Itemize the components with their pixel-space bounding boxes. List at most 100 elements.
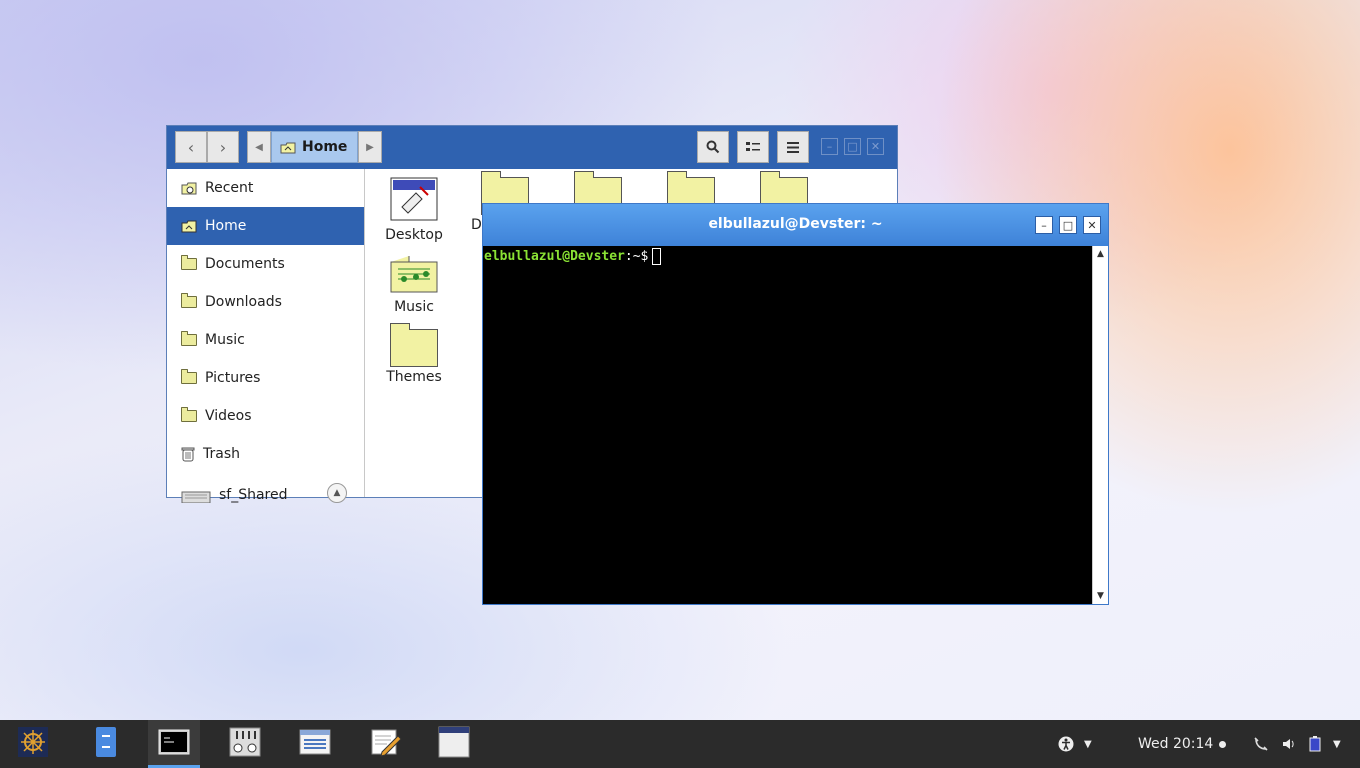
text-editor-icon[interactable] bbox=[370, 726, 402, 758]
sidebar-item-documents[interactable]: Documents bbox=[167, 245, 364, 283]
system-tray[interactable]: ▼ bbox=[1253, 720, 1341, 768]
menu-icon[interactable] bbox=[17, 726, 49, 758]
close-icon: ✕ bbox=[1087, 218, 1097, 232]
sidebar-item-label: Home bbox=[205, 218, 247, 234]
eject-icon[interactable]: ▲ bbox=[327, 483, 347, 503]
accessibility-icon bbox=[1058, 736, 1074, 752]
volume-icon bbox=[1283, 739, 1294, 749]
maximize-button[interactable]: □ bbox=[844, 138, 861, 155]
path-scroll-left-button[interactable]: ◀ bbox=[247, 131, 271, 163]
path-home-button[interactable]: Home bbox=[271, 131, 358, 163]
hamburger-icon bbox=[787, 141, 799, 153]
folder-icon bbox=[181, 331, 197, 346]
maximize-icon: □ bbox=[847, 140, 858, 153]
folder-icon bbox=[181, 293, 197, 308]
clock-label: Wed 20:14 bbox=[1138, 736, 1214, 752]
recent-icon bbox=[181, 182, 197, 194]
sidebar-item-music[interactable]: Music bbox=[167, 321, 364, 359]
history-nav: ‹ › bbox=[175, 131, 239, 163]
window-icon[interactable] bbox=[438, 726, 470, 758]
chevron-down-icon: ▼ bbox=[1084, 738, 1092, 750]
sidebar-item-label: Music bbox=[205, 332, 245, 348]
sidebar-item-sf-shared[interactable]: sf_Shared ▲ bbox=[167, 473, 364, 503]
sidebar-item-videos[interactable]: Videos bbox=[167, 397, 364, 435]
sidebar-item-trash[interactable]: Trash bbox=[167, 435, 364, 473]
chevron-left-icon: ‹ bbox=[187, 137, 195, 157]
accessibility-menu[interactable]: ▼ bbox=[1058, 720, 1092, 768]
settings-icon[interactable] bbox=[229, 726, 261, 758]
path-bar: ◀ Home ▶ bbox=[247, 131, 382, 163]
path-scroll-right-button[interactable]: ▶ bbox=[358, 131, 382, 163]
themes-folder-icon bbox=[390, 323, 438, 367]
sidebar-item-label: Trash bbox=[203, 446, 240, 462]
file-item-desktop[interactable]: Desktop bbox=[374, 177, 454, 243]
close-button[interactable]: ✕ bbox=[1083, 216, 1101, 234]
file-item-music[interactable]: Music bbox=[374, 255, 454, 315]
chevron-down-icon: ▼ bbox=[1333, 738, 1341, 750]
file-item-themes[interactable]: Themes bbox=[374, 323, 454, 385]
system-monitor-icon[interactable] bbox=[299, 726, 331, 758]
terminal-icon[interactable] bbox=[158, 726, 190, 758]
notification-dot-icon bbox=[1219, 740, 1227, 748]
folder-icon bbox=[181, 369, 197, 384]
minimize-icon: – bbox=[826, 140, 833, 153]
minimize-button[interactable]: – bbox=[1035, 216, 1053, 234]
terminal-output[interactable]: elbullazul@Devster:~$ bbox=[483, 246, 1092, 604]
prompt-user: elbullazul@Devster bbox=[484, 249, 625, 264]
sidebar-item-recent[interactable]: Recent bbox=[167, 169, 364, 207]
clock[interactable]: Wed 20:14 bbox=[1138, 720, 1227, 768]
file-manager-icon[interactable] bbox=[90, 726, 122, 758]
header-tools bbox=[697, 131, 809, 163]
scroll-up-icon[interactable]: ▲ bbox=[1093, 246, 1108, 262]
terminal-title: elbullazul@Devster: ~ bbox=[708, 216, 883, 232]
taskbar: ▼ Wed 20:14 ▼ bbox=[0, 720, 1360, 768]
sidebar-item-label: Documents bbox=[205, 256, 285, 272]
minimize-icon: – bbox=[1041, 218, 1047, 232]
file-manager-window-controls: – □ ✕ bbox=[821, 138, 884, 155]
file-label: Music bbox=[394, 299, 434, 315]
sidebar-item-pictures[interactable]: Pictures bbox=[167, 359, 364, 397]
trash-icon bbox=[181, 447, 195, 461]
sidebar-item-label: Downloads bbox=[205, 294, 282, 310]
file-label: Desktop bbox=[385, 227, 443, 243]
scroll-down-icon[interactable]: ▼ bbox=[1093, 588, 1108, 604]
back-button[interactable]: ‹ bbox=[175, 131, 207, 163]
music-folder-icon bbox=[390, 256, 438, 293]
menu-button[interactable] bbox=[777, 131, 809, 163]
chevron-right-icon: › bbox=[219, 137, 227, 157]
terminal-window: elbullazul@Devster: ~ – □ ✕ elbullazul@D… bbox=[482, 203, 1109, 605]
sidebar-item-home[interactable]: Home bbox=[167, 207, 364, 245]
sidebar-item-label: Recent bbox=[205, 180, 254, 196]
network-icon bbox=[1254, 737, 1268, 751]
triangle-left-icon: ◀ bbox=[255, 141, 263, 153]
folder-icon bbox=[181, 407, 197, 422]
view-toggle-button[interactable] bbox=[737, 131, 769, 163]
search-icon bbox=[706, 140, 720, 154]
prompt-path: :~$ bbox=[624, 249, 649, 264]
sidebar-item-label: Pictures bbox=[205, 370, 261, 386]
file-label: Themes bbox=[386, 369, 442, 385]
close-icon: ✕ bbox=[870, 140, 881, 153]
sidebar-item-label: Videos bbox=[205, 408, 252, 424]
close-button[interactable]: ✕ bbox=[867, 138, 884, 155]
search-button[interactable] bbox=[697, 131, 729, 163]
sidebar-item-label: sf_Shared bbox=[219, 487, 288, 503]
home-icon bbox=[181, 220, 197, 232]
list-view-icon bbox=[746, 142, 760, 151]
triangle-right-icon: ▶ bbox=[366, 141, 374, 153]
forward-button[interactable]: › bbox=[207, 131, 239, 163]
desktop-folder-icon bbox=[390, 177, 438, 221]
home-folder-icon bbox=[280, 142, 296, 153]
terminal-scrollbar[interactable]: ▲ ▼ bbox=[1092, 246, 1108, 604]
maximize-icon: □ bbox=[1062, 218, 1074, 232]
battery-icon bbox=[1309, 736, 1321, 752]
folder-icon bbox=[181, 255, 197, 270]
drive-icon bbox=[181, 491, 211, 503]
file-manager-headerbar: ‹ › ◀ Home ▶ – □ ✕ bbox=[167, 126, 897, 169]
terminal-titlebar[interactable]: elbullazul@Devster: ~ – □ ✕ bbox=[483, 204, 1108, 246]
sidebar-item-downloads[interactable]: Downloads bbox=[167, 283, 364, 321]
text-cursor bbox=[652, 248, 662, 265]
minimize-button[interactable]: – bbox=[821, 138, 838, 155]
terminal-window-controls: – □ ✕ bbox=[1035, 216, 1101, 234]
maximize-button[interactable]: □ bbox=[1059, 216, 1077, 234]
